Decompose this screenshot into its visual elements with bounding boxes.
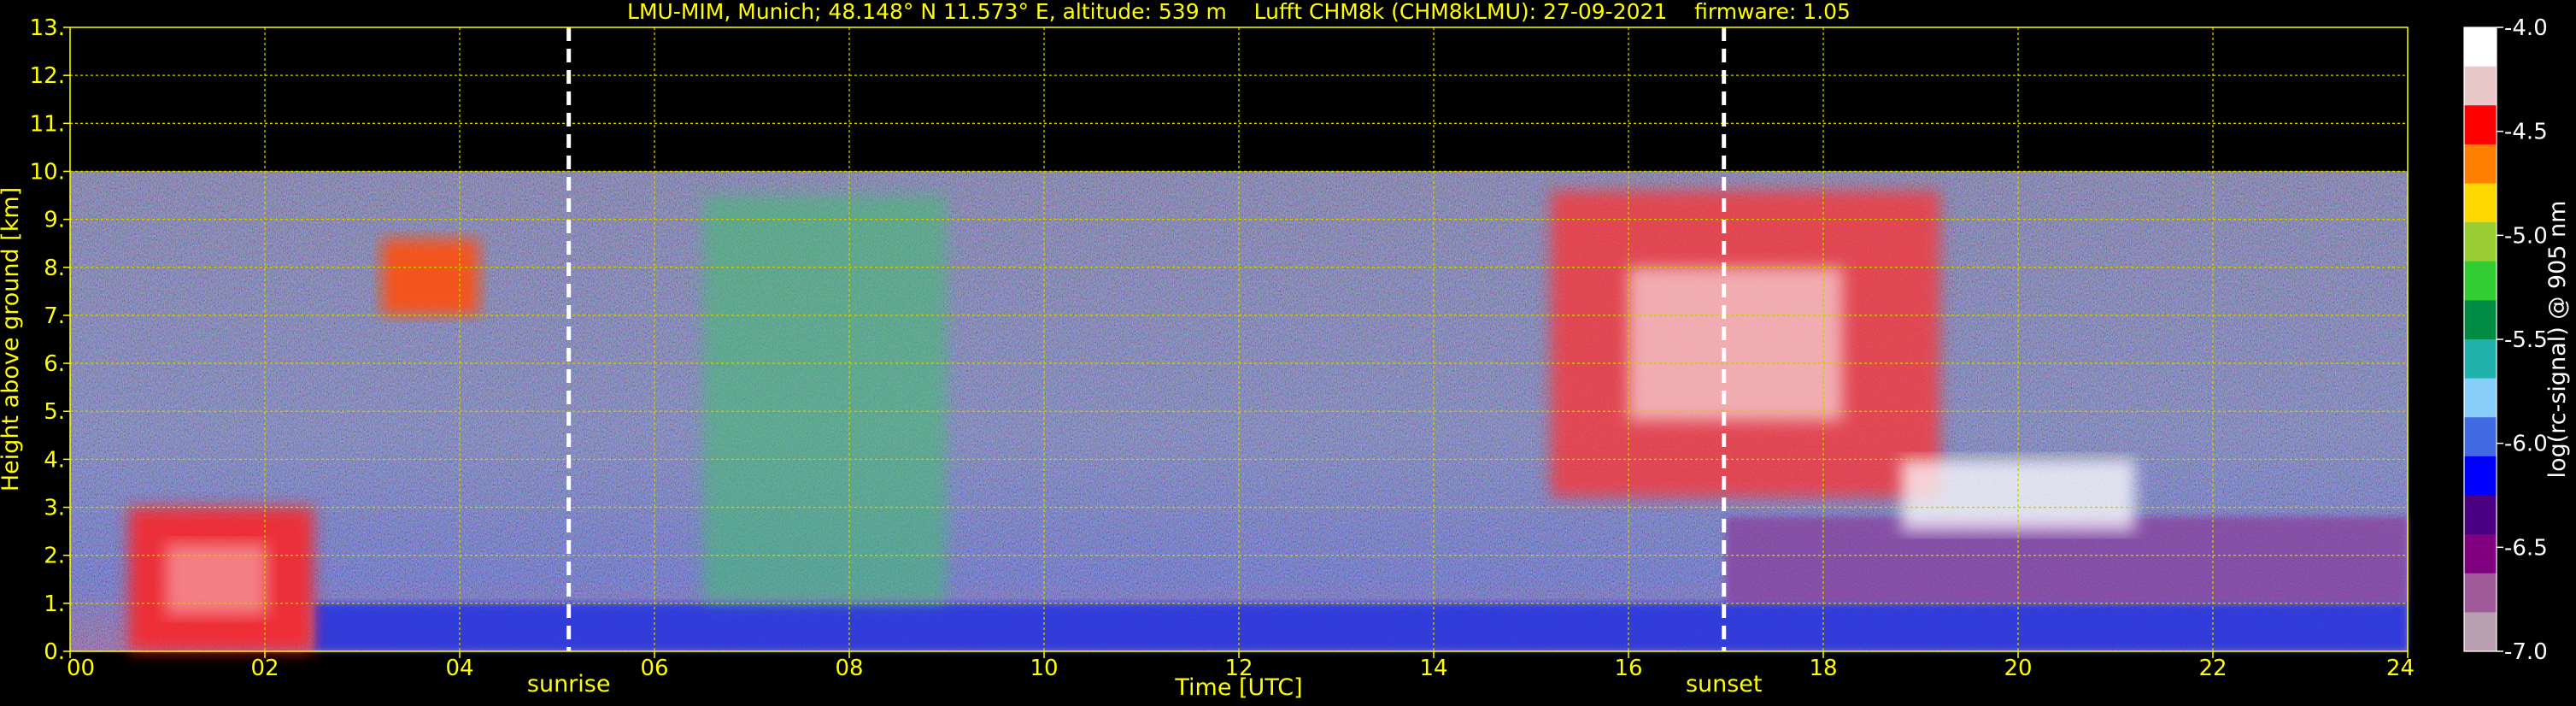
colorbar-segment xyxy=(2464,456,2497,497)
x-axis-label: Time [UTC] xyxy=(1174,674,1302,701)
y-tick-label: 9. xyxy=(44,208,65,233)
x-tick-label: 02 xyxy=(250,656,279,681)
y-axis: 0. 1. 2. 3. 4. 5. 6. 7. 8. 9. 10. 11. 12. 13. xyxy=(30,15,70,665)
x-tick-label: 20 xyxy=(2004,656,2032,681)
y-tick-label: 10. xyxy=(30,159,65,185)
y-tick-label: 5. xyxy=(44,399,65,425)
feature-elevated-layer xyxy=(381,238,479,315)
feature-aerosol-plumes xyxy=(703,195,947,603)
colorbar-segment xyxy=(2464,300,2497,340)
y-tick-label: 4. xyxy=(44,447,65,473)
x-tick-label: 04 xyxy=(445,656,473,681)
x-tick-label: 10 xyxy=(1030,656,1058,681)
colorbar-segment xyxy=(2464,534,2497,574)
colorbar-segment xyxy=(2464,417,2497,457)
x-tick-label: 22 xyxy=(2198,656,2227,681)
y-tick-label: 8. xyxy=(44,256,65,281)
marker-label-sunrise: sunrise xyxy=(527,671,611,697)
colorbar-tick-label: -4.0 xyxy=(2504,15,2548,41)
colorbar-tick-label: -5.0 xyxy=(2504,223,2548,249)
y-tick-label: 3. xyxy=(44,496,65,521)
colorbar-segment xyxy=(2464,261,2497,301)
colorbar-segment xyxy=(2464,183,2497,223)
colorbar-segment xyxy=(2464,144,2497,185)
x-tick-label: 06 xyxy=(640,656,668,681)
colorbar-segment xyxy=(2464,339,2497,379)
colorbar-segment xyxy=(2464,27,2497,68)
colorbar-segment xyxy=(2464,66,2497,106)
colorbar-tick-label: -4.5 xyxy=(2504,120,2548,145)
y-tick-label: 0. xyxy=(44,639,65,665)
y-tick-label: 2. xyxy=(44,544,65,569)
colorbar-label: log(rc-signal) @ 905 nm xyxy=(2544,201,2571,479)
y-tick-label: 13. xyxy=(30,15,65,41)
colorbar-segment xyxy=(2464,573,2497,613)
y-tick-label: 6. xyxy=(44,351,65,377)
y-tick-label: 11. xyxy=(30,111,65,137)
colorbar-segment xyxy=(2464,105,2497,145)
x-tick-label: 08 xyxy=(835,656,863,681)
feature-core-low-cloud xyxy=(165,543,267,615)
colorbar-segment xyxy=(2464,495,2497,535)
feature-boundary-layer xyxy=(314,603,2408,651)
colorbar-segment xyxy=(2464,612,2497,652)
y-tick-label: 12. xyxy=(30,63,65,89)
x-tick-label: 16 xyxy=(1614,656,1642,681)
colorbar-tick-label: -6.0 xyxy=(2504,432,2548,457)
ceilometer-chart: sunrise sunset 00 02 04 06 08 10 12 14 16 18 20 22 24… xyxy=(0,0,2571,701)
feature-core-cirrus xyxy=(1628,267,1843,421)
colorbar-tick-label: -5.5 xyxy=(2504,327,2548,353)
y-tick-label: 1. xyxy=(44,591,65,617)
x-tick-label: 18 xyxy=(1809,656,1837,681)
x-tick-label: 14 xyxy=(1419,656,1447,681)
y-tick-label: 7. xyxy=(44,303,65,329)
x-tick-label: 24 xyxy=(2386,656,2415,681)
marker-label-sunset: sunset xyxy=(1686,671,1763,697)
colorbar: -4.0 -4.5 -5.0 -5.5 -6.0 -6.5 -7.0 xyxy=(2463,15,2548,665)
colorbar-segment xyxy=(2464,378,2497,418)
x-tick-label: 00 xyxy=(67,656,95,681)
y-axis-label: Height above ground [km] xyxy=(0,187,24,491)
colorbar-segment xyxy=(2464,222,2497,262)
chart-title: LMU-MIM, Munich; 48.148° N 11.573° E, al… xyxy=(627,0,1851,24)
colorbar-tick-label: -6.5 xyxy=(2504,535,2548,561)
colorbar-tick-label: -7.0 xyxy=(2504,639,2548,665)
